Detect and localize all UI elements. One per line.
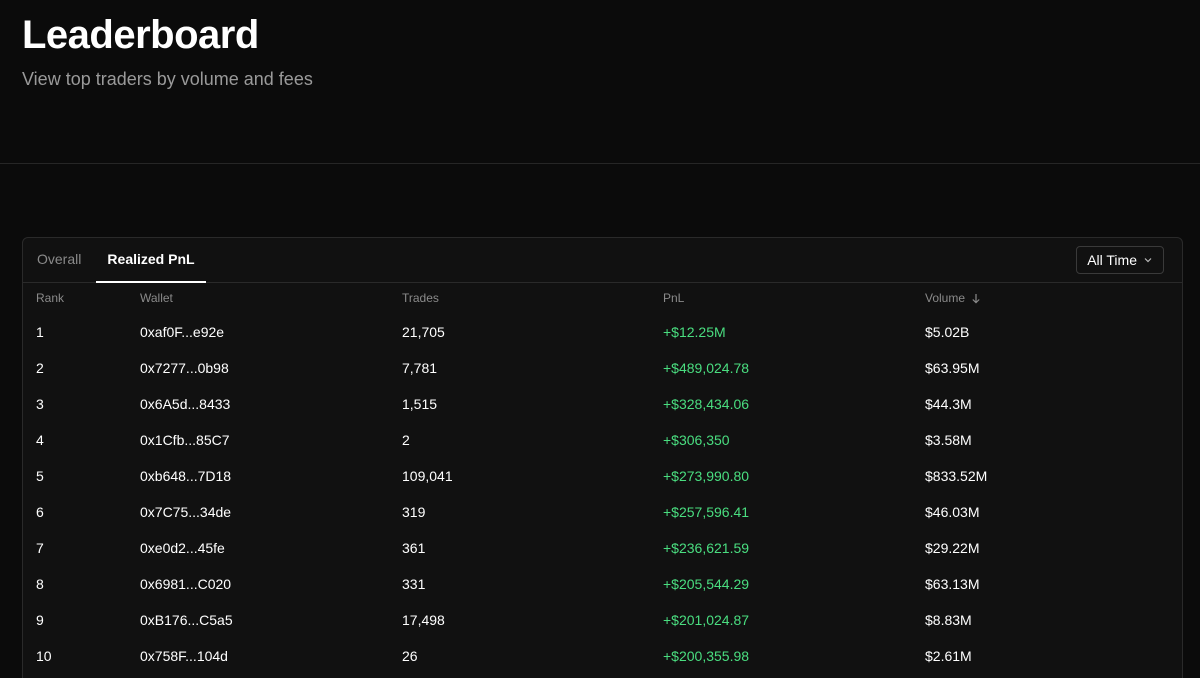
tab-overall[interactable]: Overall — [37, 238, 81, 282]
column-header-wallet[interactable]: Wallet — [140, 291, 173, 305]
leaderboard-page: Leaderboard View top traders by volume a… — [0, 0, 1200, 678]
volume-cell: $63.13M — [925, 576, 980, 592]
trades-cell: 1,515 — [402, 396, 438, 412]
trades-cell: 26 — [402, 648, 418, 664]
pnl-cell: +$201,024.87 — [663, 612, 750, 628]
volume-cell: $833.52M — [925, 468, 988, 484]
page-title: Leaderboard — [22, 13, 259, 57]
wallet-cell[interactable]: 0x758F...104d — [140, 640, 228, 672]
table-row[interactable]: 6 0x7C75...34de 319 +$257,596.41 $46.03M — [23, 496, 1182, 532]
leaderboard-card: Overall Realized PnL All Time Rank Walle… — [22, 237, 1183, 678]
column-header-pnl[interactable]: PnL — [663, 291, 684, 305]
pnl-cell: +$328,434.06 — [663, 396, 750, 412]
time-range-dropdown[interactable]: All Time — [1076, 246, 1164, 274]
pnl-cell: +$200,355.98 — [663, 648, 750, 664]
sort-descending-icon — [972, 293, 980, 304]
wallet-cell[interactable]: 0x7277...0b98 — [140, 352, 229, 384]
volume-cell: $46.03M — [925, 504, 980, 520]
table-row[interactable]: 7 0xe0d2...45fe 361 +$236,621.59 $29.22M — [23, 532, 1182, 568]
trades-cell: 21,705 — [402, 324, 445, 340]
trades-cell: 361 — [402, 540, 426, 556]
trades-cell: 109,041 — [402, 468, 453, 484]
volume-cell: $8.83M — [925, 612, 972, 628]
volume-cell: $44.3M — [925, 396, 972, 412]
pnl-cell: +$257,596.41 — [663, 504, 750, 520]
wallet-cell[interactable]: 0x6A5d...8433 — [140, 388, 230, 420]
tabs-bar: Overall Realized PnL All Time — [23, 238, 1182, 283]
column-header-rank[interactable]: Rank — [36, 291, 64, 305]
rank-cell: 8 — [36, 576, 44, 592]
pnl-cell: +$489,024.78 — [663, 360, 750, 376]
table-row[interactable]: 8 0x6981...C020 331 +$205,544.29 $63.13M — [23, 568, 1182, 604]
wallet-cell[interactable]: 0x7C75...34de — [140, 496, 231, 528]
rank-cell: 10 — [36, 648, 52, 664]
trades-cell: 17,498 — [402, 612, 445, 628]
rank-cell: 9 — [36, 612, 44, 628]
column-header-volume[interactable]: Volume — [925, 291, 981, 305]
page-header: Leaderboard View top traders by volume a… — [22, 12, 313, 90]
volume-cell: $5.02B — [925, 324, 970, 340]
volume-cell: $3.58M — [925, 432, 972, 448]
table-row[interactable]: 4 0x1Cfb...85C7 2 +$306,350 $3.58M — [23, 424, 1182, 460]
column-header-trades[interactable]: Trades — [402, 291, 439, 305]
rank-cell: 1 — [36, 324, 44, 340]
header-divider — [0, 163, 1200, 164]
rank-cell: 5 — [36, 468, 44, 484]
wallet-cell[interactable]: 0x6981...C020 — [140, 568, 231, 600]
pnl-cell: +$205,544.29 — [663, 576, 750, 592]
pnl-cell: +$236,621.59 — [663, 540, 750, 556]
page-subtitle: View top traders by volume and fees — [22, 69, 313, 89]
trades-cell: 319 — [402, 504, 426, 520]
active-tab-indicator — [96, 281, 206, 283]
table-row[interactable]: 10 0x758F...104d 26 +$200,355.98 $2.61M — [23, 640, 1182, 676]
pnl-cell: +$306,350 — [663, 432, 730, 448]
wallet-cell[interactable]: 0x1Cfb...85C7 — [140, 424, 230, 456]
trades-cell: 7,781 — [402, 360, 438, 376]
rank-cell: 7 — [36, 540, 44, 556]
pnl-cell: +$12.25M — [663, 324, 726, 340]
wallet-cell[interactable]: 0xb648...7D18 — [140, 460, 231, 492]
table-row[interactable]: 5 0xb648...7D18 109,041 +$273,990.80 $833.52… — [23, 460, 1182, 496]
volume-cell: $63.95M — [925, 360, 980, 376]
rank-cell: 3 — [36, 396, 44, 412]
rank-cell: 6 — [36, 504, 44, 520]
table-row[interactable]: 3 0x6A5d...8433 1,515 +$328,434.06 $44.3M — [23, 388, 1182, 424]
wallet-cell[interactable]: 0xB176...C5a5 — [140, 604, 233, 636]
table-row[interactable]: 2 0x7277...0b98 7,781 +$489,024.78 $63.95M — [23, 352, 1182, 388]
pnl-cell: +$273,990.80 — [663, 468, 750, 484]
trades-cell: 331 — [402, 576, 426, 592]
time-range-value: All Time — [1087, 252, 1137, 268]
rank-cell: 2 — [36, 360, 44, 376]
trades-cell: 2 — [402, 432, 410, 448]
table-row[interactable]: 9 0xB176...C5a5 17,498 +$201,024.87 $8.83M — [23, 604, 1182, 640]
table-row[interactable]: 1 0xaf0F...e92e 21,705 +$12.25M $5.02B — [23, 316, 1182, 352]
wallet-cell[interactable]: 0xe0d2...45fe — [140, 532, 225, 564]
volume-cell: $2.61M — [925, 648, 972, 664]
tab-realized-pnl-label: Realized PnL — [107, 251, 195, 267]
volume-cell: $29.22M — [925, 540, 980, 556]
wallet-cell[interactable]: 0xaf0F...e92e — [140, 316, 224, 348]
chevron-down-icon — [1144, 258, 1152, 263]
tab-realized-pnl[interactable]: Realized PnL — [96, 238, 206, 283]
leaderboard-table-body: 1 0xaf0F...e92e 21,705 +$12.25M $5.02B 2 0x727… — [23, 316, 1182, 676]
rank-cell: 4 — [36, 432, 44, 448]
